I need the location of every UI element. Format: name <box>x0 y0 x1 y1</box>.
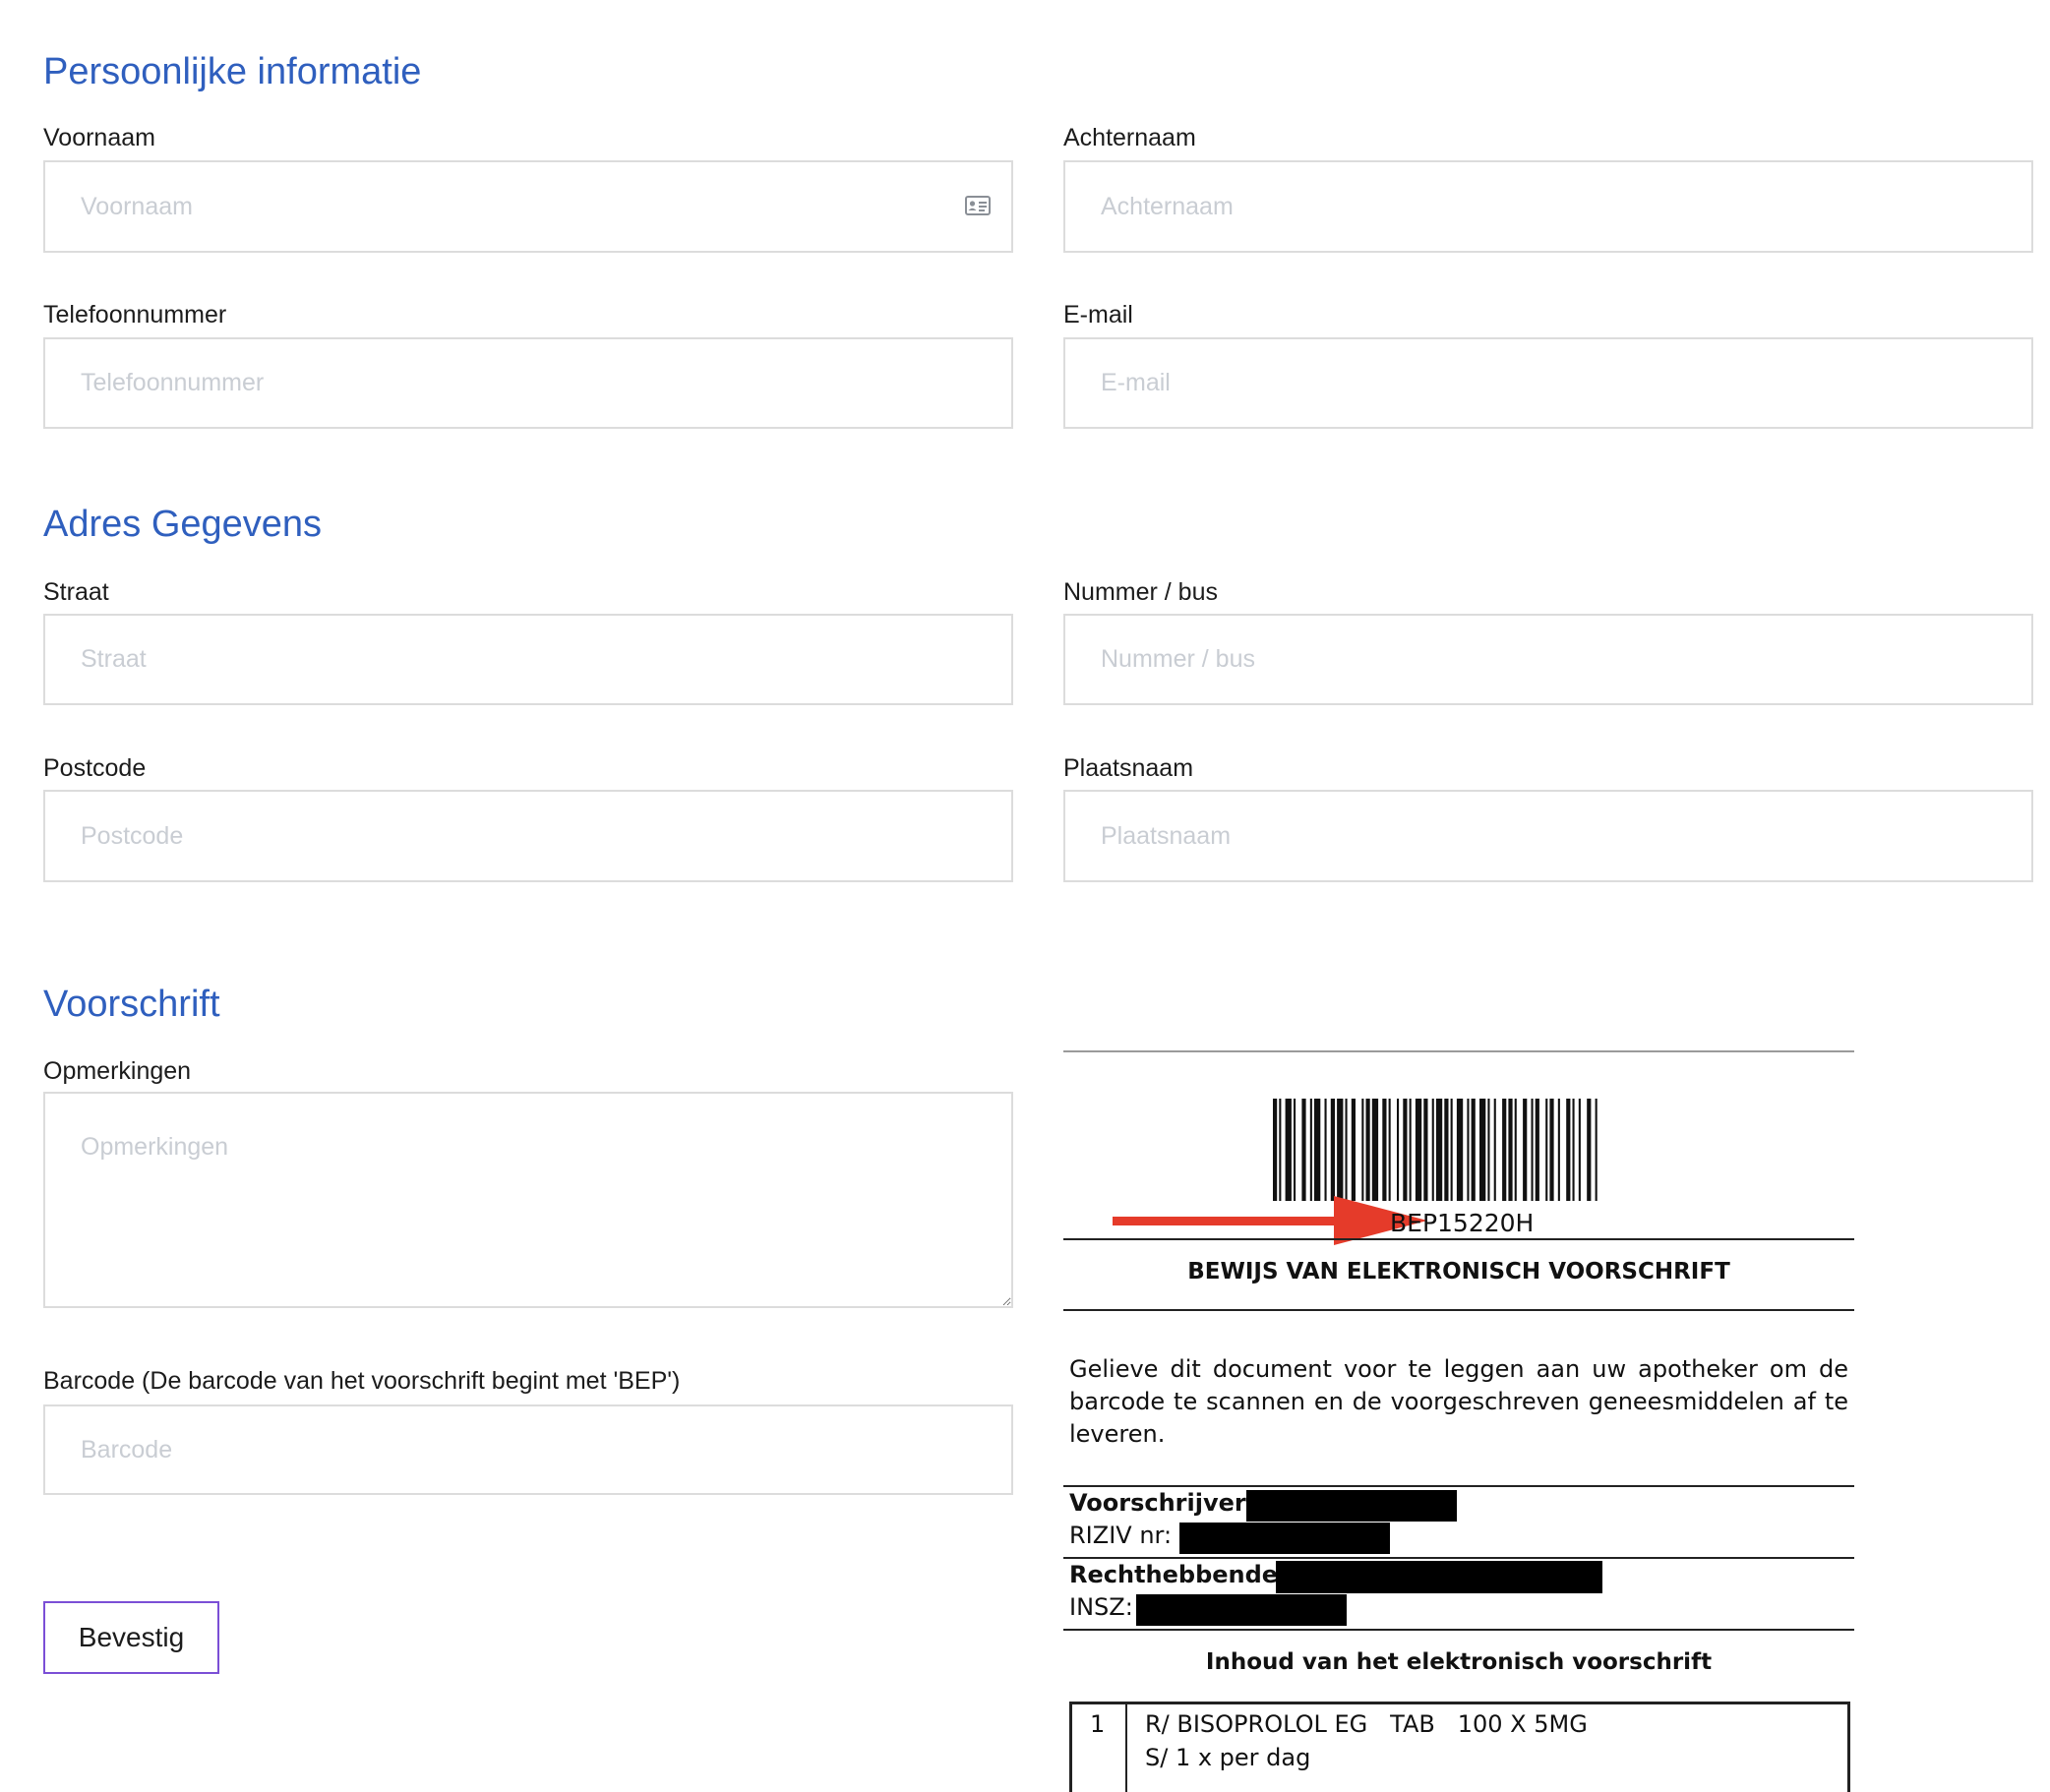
barcode-bar <box>1467 1099 1470 1201</box>
redacted-prescriber <box>1246 1490 1457 1522</box>
street-input[interactable] <box>43 614 1013 705</box>
barcode-bar <box>1351 1099 1356 1201</box>
confirm-button[interactable]: Bevestig <box>43 1601 219 1674</box>
barcode-code-text: BEP15220H <box>1390 1209 1535 1237</box>
last-name-label: Achternaam <box>1063 124 1196 151</box>
barcode-bar <box>1450 1099 1453 1201</box>
barcode-bar <box>1371 1099 1379 1201</box>
barcode-bar <box>1514 1099 1517 1201</box>
barcode-bar <box>1471 1099 1476 1201</box>
barcode-input[interactable] <box>43 1404 1013 1495</box>
barcode-bar <box>1523 1099 1528 1201</box>
barcode-bar <box>1415 1099 1422 1201</box>
barcode-bar <box>1566 1099 1571 1201</box>
document-instructions: Gelieve dit document voor te leggen aan … <box>1069 1355 1848 1448</box>
redacted-riziv <box>1179 1523 1390 1554</box>
medication-table: 1 R/ BISOPROLOL EG TAB 100 X 5MG S/ 1 x … <box>1069 1702 1850 1792</box>
barcode-bar <box>1587 1099 1592 1201</box>
street-label: Straat <box>43 578 109 606</box>
item-number: 1 <box>1090 1710 1106 1738</box>
barcode-bar <box>1456 1099 1464 1201</box>
riziv-label: RIZIV nr: <box>1069 1522 1173 1549</box>
number-label: Nummer / bus <box>1063 578 1218 606</box>
section-title-personal: Persoonlijke informatie <box>43 51 422 92</box>
first-name-input[interactable] <box>43 160 1013 253</box>
barcode-bar <box>1403 1099 1408 1201</box>
rule <box>1063 1485 1854 1487</box>
barcode-bar <box>1595 1099 1598 1201</box>
barcode-bar <box>1549 1099 1554 1201</box>
number-input[interactable] <box>1063 614 2033 705</box>
document-top-rule <box>1063 1050 1854 1052</box>
barcode-label: Barcode (De barcode van het voorschrift … <box>43 1367 681 1395</box>
barcode-bar <box>1431 1099 1434 1201</box>
barcode-bar <box>1314 1099 1321 1201</box>
postcode-label: Postcode <box>43 754 147 782</box>
barcode-bar <box>1361 1099 1364 1201</box>
barcode-bar <box>1493 1099 1496 1201</box>
section-title-address: Adres Gegevens <box>43 504 323 545</box>
barcode-bar <box>1365 1099 1370 1201</box>
rule <box>1063 1629 1854 1631</box>
beneficiary-label: Rechthebbende: <box>1069 1561 1288 1588</box>
email-input[interactable] <box>1063 337 2033 429</box>
phone-input[interactable] <box>43 337 1013 429</box>
first-name-label: Voornaam <box>43 124 155 151</box>
remarks-label: Opmerkingen <box>43 1057 192 1085</box>
dosage-line: S/ 1 x per dag <box>1145 1744 1311 1771</box>
barcode-bar <box>1423 1099 1428 1201</box>
city-label: Plaatsnaam <box>1063 754 1194 782</box>
section-title-prescription: Voorschrift <box>43 984 220 1025</box>
barcode-bar <box>1487 1099 1490 1201</box>
barcode-graphic <box>1273 1099 1598 1201</box>
rule <box>1063 1238 1854 1240</box>
barcode-bar <box>1382 1099 1387 1201</box>
barcode-bar <box>1409 1099 1412 1201</box>
city-input[interactable] <box>1063 790 2033 882</box>
barcode-bar <box>1285 1099 1292 1201</box>
barcode-bar <box>1273 1099 1278 1201</box>
phone-label: Telefoonnummer <box>43 301 227 329</box>
table-column-divider <box>1125 1704 1127 1792</box>
prescriber-label: Voorschrijver: <box>1069 1489 1256 1517</box>
barcode-bar <box>1578 1099 1581 1201</box>
content-heading: Inhoud van het elektronisch voorschrift <box>1205 1649 1713 1675</box>
barcode-bar <box>1479 1099 1486 1201</box>
barcode-bar <box>1294 1099 1296 1201</box>
barcode-bar <box>1397 1099 1400 1201</box>
barcode-bar <box>1279 1099 1282 1201</box>
barcode-bar <box>1435 1099 1443 1201</box>
barcode-bar <box>1531 1099 1534 1201</box>
rule <box>1063 1309 1854 1311</box>
document-heading: BEWIJS VAN ELEKTRONISCH VOORSCHRIFT <box>1187 1259 1730 1284</box>
medication-line: R/ BISOPROLOL EG TAB 100 X 5MG <box>1145 1710 1588 1738</box>
redacted-insz <box>1136 1594 1347 1626</box>
email-label: E-mail <box>1063 301 1133 329</box>
last-name-input[interactable] <box>1063 160 2033 253</box>
rule <box>1063 1557 1854 1559</box>
barcode-bar <box>1557 1099 1560 1201</box>
barcode-bar <box>1324 1099 1327 1201</box>
barcode-bar <box>1535 1099 1539 1201</box>
barcode-bar <box>1572 1099 1575 1201</box>
barcode-bar <box>1508 1099 1513 1201</box>
insz-label: INSZ: <box>1069 1593 1133 1621</box>
redacted-beneficiary <box>1276 1561 1602 1593</box>
barcode-bar <box>1301 1099 1306 1201</box>
barcode-bar <box>1502 1099 1507 1201</box>
barcode-bar <box>1444 1099 1449 1201</box>
barcode-bar <box>1330 1099 1335 1201</box>
barcode-bar <box>1388 1099 1391 1201</box>
barcode-bar <box>1337 1099 1344 1201</box>
example-prescription-image: BEP15220H BEWIJS VAN ELEKTRONISCH VOORSC… <box>1063 1050 1854 1792</box>
barcode-bar <box>1309 1099 1312 1201</box>
remarks-textarea[interactable] <box>43 1092 1013 1308</box>
barcode-bar <box>1545 1099 1548 1201</box>
id-card-icon[interactable] <box>965 196 991 215</box>
barcode-bar <box>1345 1099 1348 1201</box>
postcode-input[interactable] <box>43 790 1013 882</box>
